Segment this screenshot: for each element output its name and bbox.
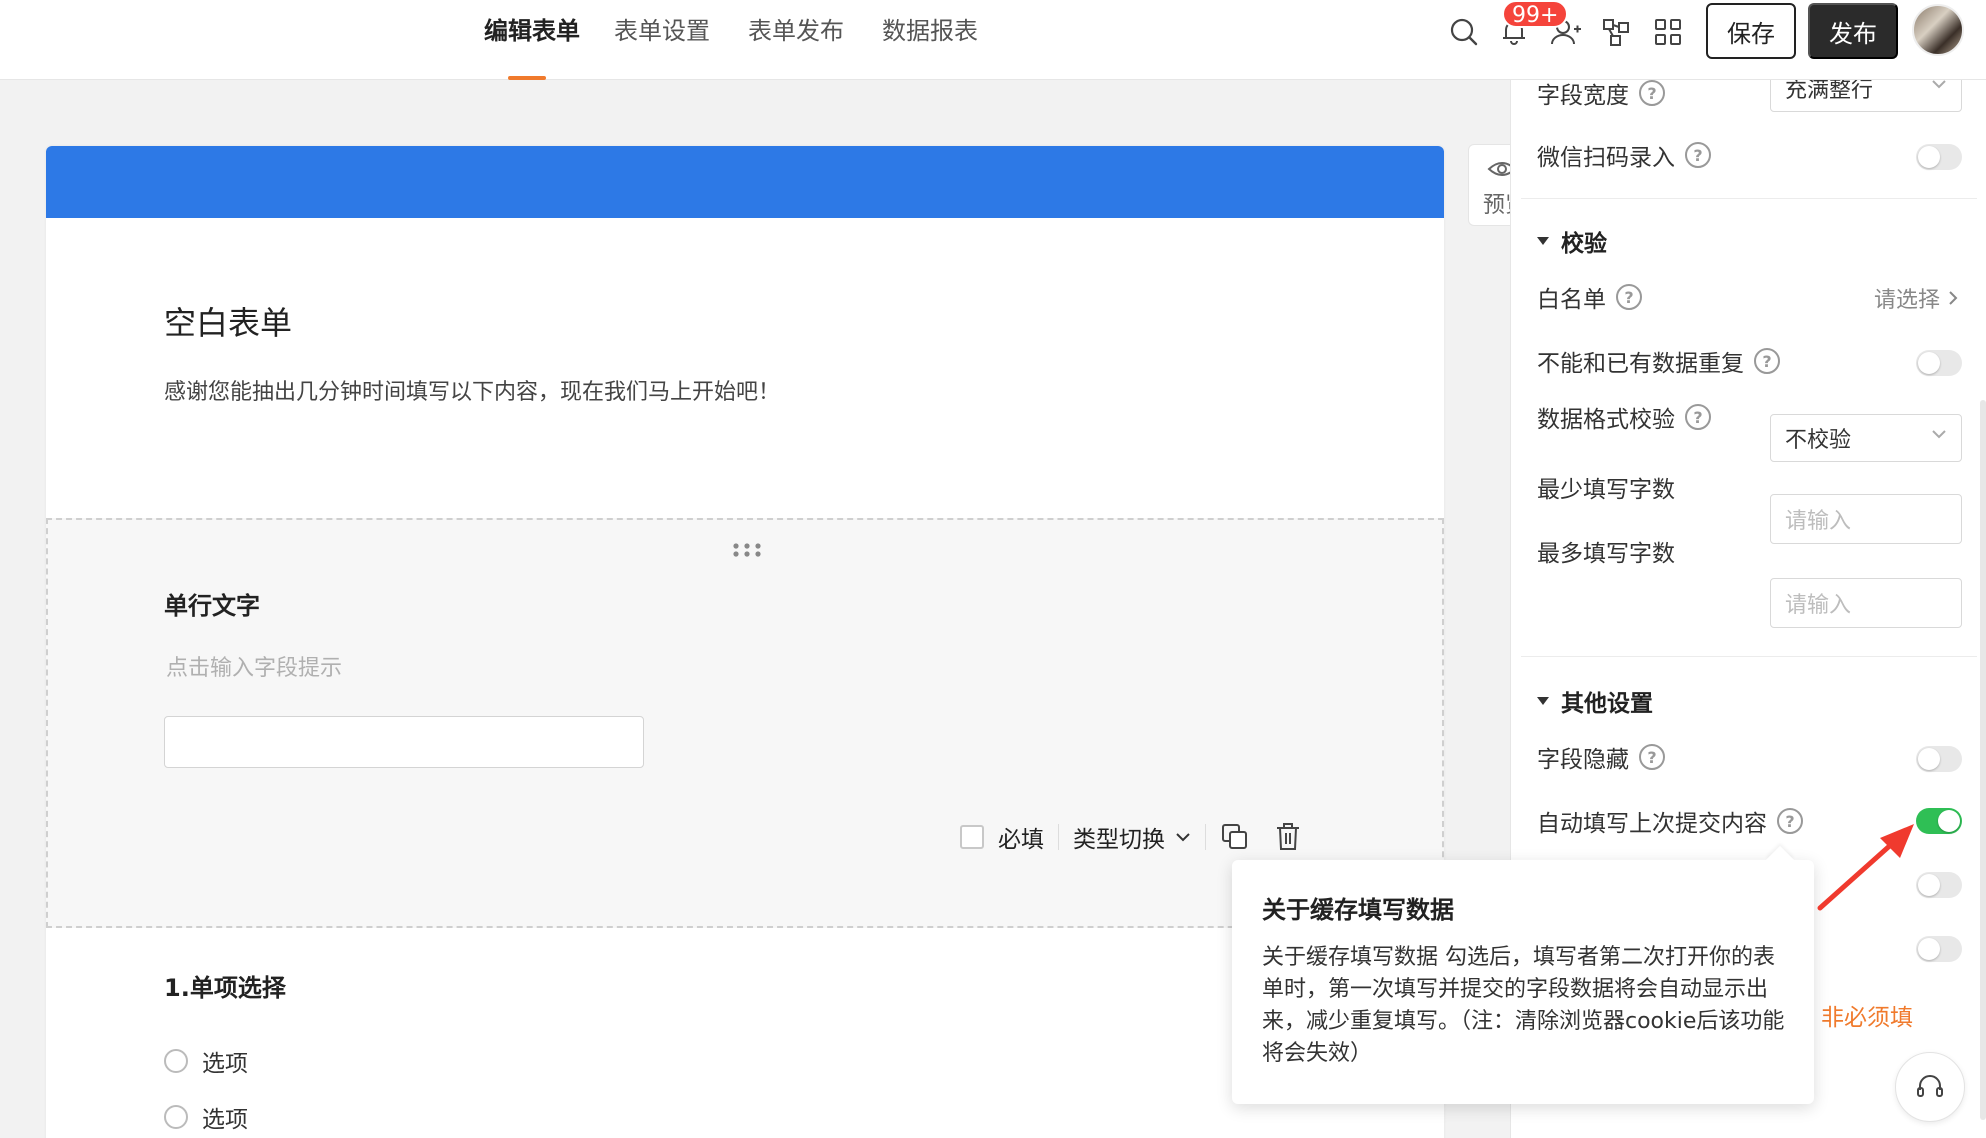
chevron-right-icon bbox=[1949, 291, 1958, 305]
form-title[interactable]: 空白表单 bbox=[164, 298, 292, 344]
max-chars-label: 最多填写字数 bbox=[1537, 541, 1675, 567]
flowchart-icon[interactable] bbox=[1596, 12, 1636, 52]
max-chars-input[interactable]: 请输入 bbox=[1770, 578, 1962, 628]
section-divider bbox=[1521, 656, 1977, 657]
autofill-last-label: 自动填写上次提交内容 bbox=[1537, 811, 1767, 837]
setting-toggle[interactable] bbox=[1916, 872, 1962, 898]
active-tab-indicator bbox=[508, 76, 546, 80]
no-duplicate-row: 不能和已有数据重复 ? bbox=[1537, 344, 1780, 378]
preview-tab[interactable]: 预览 bbox=[1468, 144, 1512, 226]
panel-scrollbar[interactable] bbox=[1980, 400, 1986, 1120]
help-icon[interactable]: ? bbox=[1639, 744, 1665, 770]
autofill-last-row: 自动填写上次提交内容 ? bbox=[1537, 804, 1803, 838]
chevron-down-icon bbox=[1932, 430, 1946, 439]
question-label[interactable]: 1.单项选择 bbox=[164, 968, 286, 1003]
data-format-select[interactable]: 不校验 bbox=[1770, 414, 1962, 462]
other-settings-section-title: 其他设置 bbox=[1561, 691, 1653, 717]
field-width-value: 充满整行 bbox=[1785, 80, 1874, 103]
whitelist-row: 白名单 ? bbox=[1537, 280, 1642, 314]
help-icon[interactable]: ? bbox=[1639, 80, 1665, 106]
headset-icon bbox=[1917, 1075, 1943, 1097]
avatar[interactable] bbox=[1912, 4, 1964, 56]
field-hidden-toggle[interactable] bbox=[1916, 746, 1962, 772]
min-chars-label: 最少填写字数 bbox=[1537, 477, 1675, 503]
field-label[interactable]: 单行文字 bbox=[164, 586, 260, 621]
help-icon[interactable]: ? bbox=[1616, 284, 1642, 310]
radio-option-label: 选项 bbox=[202, 1107, 248, 1133]
caret-down-icon bbox=[1537, 237, 1549, 245]
trash-icon[interactable] bbox=[1274, 822, 1302, 852]
radio-option[interactable]: 选项 bbox=[164, 1100, 248, 1134]
field-toolbar: 必填 类型切换 bbox=[960, 820, 1302, 854]
no-duplicate-label: 不能和已有数据重复 bbox=[1537, 351, 1744, 377]
help-icon[interactable]: ? bbox=[1754, 348, 1780, 374]
preview-label: 预览 bbox=[1483, 193, 1511, 218]
field-hidden-row: 字段隐藏 ? bbox=[1537, 740, 1665, 774]
tab-data-report[interactable]: 数据报表 bbox=[882, 14, 978, 48]
setting-toggle[interactable] bbox=[1916, 936, 1962, 962]
popover-body: 关于缓存填写数据 勾选后，填写者第二次打开你的表单时，第一次填写并提交的字段数据… bbox=[1262, 945, 1785, 1066]
radio-option[interactable]: 选项 bbox=[164, 1044, 248, 1078]
not-required-label[interactable]: 非必须填 bbox=[1821, 998, 1913, 1032]
other-settings-section-header[interactable]: 其他设置 bbox=[1537, 684, 1653, 718]
help-icon[interactable]: ? bbox=[1777, 808, 1803, 834]
field-width-select[interactable]: 充满整行 bbox=[1770, 80, 1962, 112]
chevron-down-icon[interactable] bbox=[1175, 832, 1191, 842]
publish-button[interactable]: 发布 bbox=[1808, 3, 1898, 59]
save-button[interactable]: 保存 bbox=[1706, 3, 1796, 59]
data-format-label: 数据格式校验 bbox=[1537, 407, 1675, 433]
copy-icon[interactable] bbox=[1220, 822, 1250, 852]
drag-handle-icon[interactable] bbox=[732, 542, 762, 558]
grid-apps-icon[interactable] bbox=[1648, 12, 1688, 52]
form-description[interactable]: 感谢您能抽出几分钟时间填写以下内容，现在我们马上开始吧！ bbox=[164, 374, 780, 406]
field-width-row: 字段宽度 ? bbox=[1537, 80, 1665, 110]
wechat-scan-row: 微信扫码录入 ? bbox=[1537, 138, 1711, 172]
help-icon[interactable]: ? bbox=[1685, 142, 1711, 168]
whitelist-select[interactable]: 请选择 bbox=[1874, 282, 1958, 314]
field-hidden-label: 字段隐藏 bbox=[1537, 747, 1629, 773]
data-format-value: 不校验 bbox=[1785, 428, 1852, 453]
search-icon[interactable] bbox=[1444, 12, 1484, 52]
autofill-last-toggle[interactable] bbox=[1916, 808, 1962, 834]
annotation-arrow-icon bbox=[1817, 824, 1914, 911]
top-bar: 编辑表单 表单设置 表单发布 数据报表 99+ 保存 发布 bbox=[0, 0, 1986, 80]
eye-icon bbox=[1487, 162, 1511, 176]
min-chars-row: 最少填写字数 bbox=[1537, 470, 1675, 504]
single-line-text-input[interactable] bbox=[164, 716, 644, 768]
type-switch-dropdown[interactable]: 类型切换 bbox=[1073, 820, 1165, 854]
popover-title: 关于缓存填写数据 bbox=[1262, 896, 1454, 924]
customer-service-button[interactable] bbox=[1895, 1052, 1965, 1122]
toolbar-divider bbox=[1205, 824, 1206, 850]
whitelist-value: 请选择 bbox=[1873, 288, 1940, 313]
validation-section-header[interactable]: 校验 bbox=[1537, 224, 1607, 258]
section-divider bbox=[1521, 198, 1977, 199]
min-chars-input[interactable]: 请输入 bbox=[1770, 494, 1962, 544]
whitelist-label: 白名单 bbox=[1537, 287, 1606, 313]
validation-section-title: 校验 bbox=[1561, 231, 1607, 257]
tab-form-publish[interactable]: 表单发布 bbox=[748, 14, 844, 48]
field-width-label: 字段宽度 bbox=[1537, 83, 1629, 109]
required-checkbox[interactable] bbox=[960, 825, 984, 849]
form-banner bbox=[46, 146, 1444, 218]
wechat-scan-toggle[interactable] bbox=[1916, 144, 1962, 170]
max-chars-row: 最多填写字数 bbox=[1537, 534, 1675, 568]
wechat-scan-label: 微信扫码录入 bbox=[1537, 145, 1675, 171]
radio-button[interactable] bbox=[164, 1105, 188, 1129]
radio-option-label: 选项 bbox=[202, 1051, 248, 1077]
radio-button[interactable] bbox=[164, 1049, 188, 1073]
autofill-help-popover: 关于缓存填写数据 关于缓存填写数据 勾选后，填写者第二次打开你的表单时，第一次填… bbox=[1232, 860, 1814, 1104]
tab-edit-form[interactable]: 编辑表单 bbox=[484, 14, 580, 48]
caret-down-icon bbox=[1537, 697, 1549, 705]
tab-form-settings[interactable]: 表单设置 bbox=[614, 14, 710, 48]
field-hint[interactable]: 点击输入字段提示 bbox=[166, 650, 342, 682]
help-icon[interactable]: ? bbox=[1685, 404, 1711, 430]
data-format-row: 数据格式校验 ? bbox=[1537, 400, 1711, 434]
chevron-down-icon bbox=[1932, 80, 1946, 89]
required-label[interactable]: 必填 bbox=[998, 820, 1044, 854]
no-duplicate-toggle[interactable] bbox=[1916, 350, 1962, 376]
notification-badge: 99+ bbox=[1502, 0, 1569, 28]
toolbar-divider bbox=[1058, 824, 1059, 850]
